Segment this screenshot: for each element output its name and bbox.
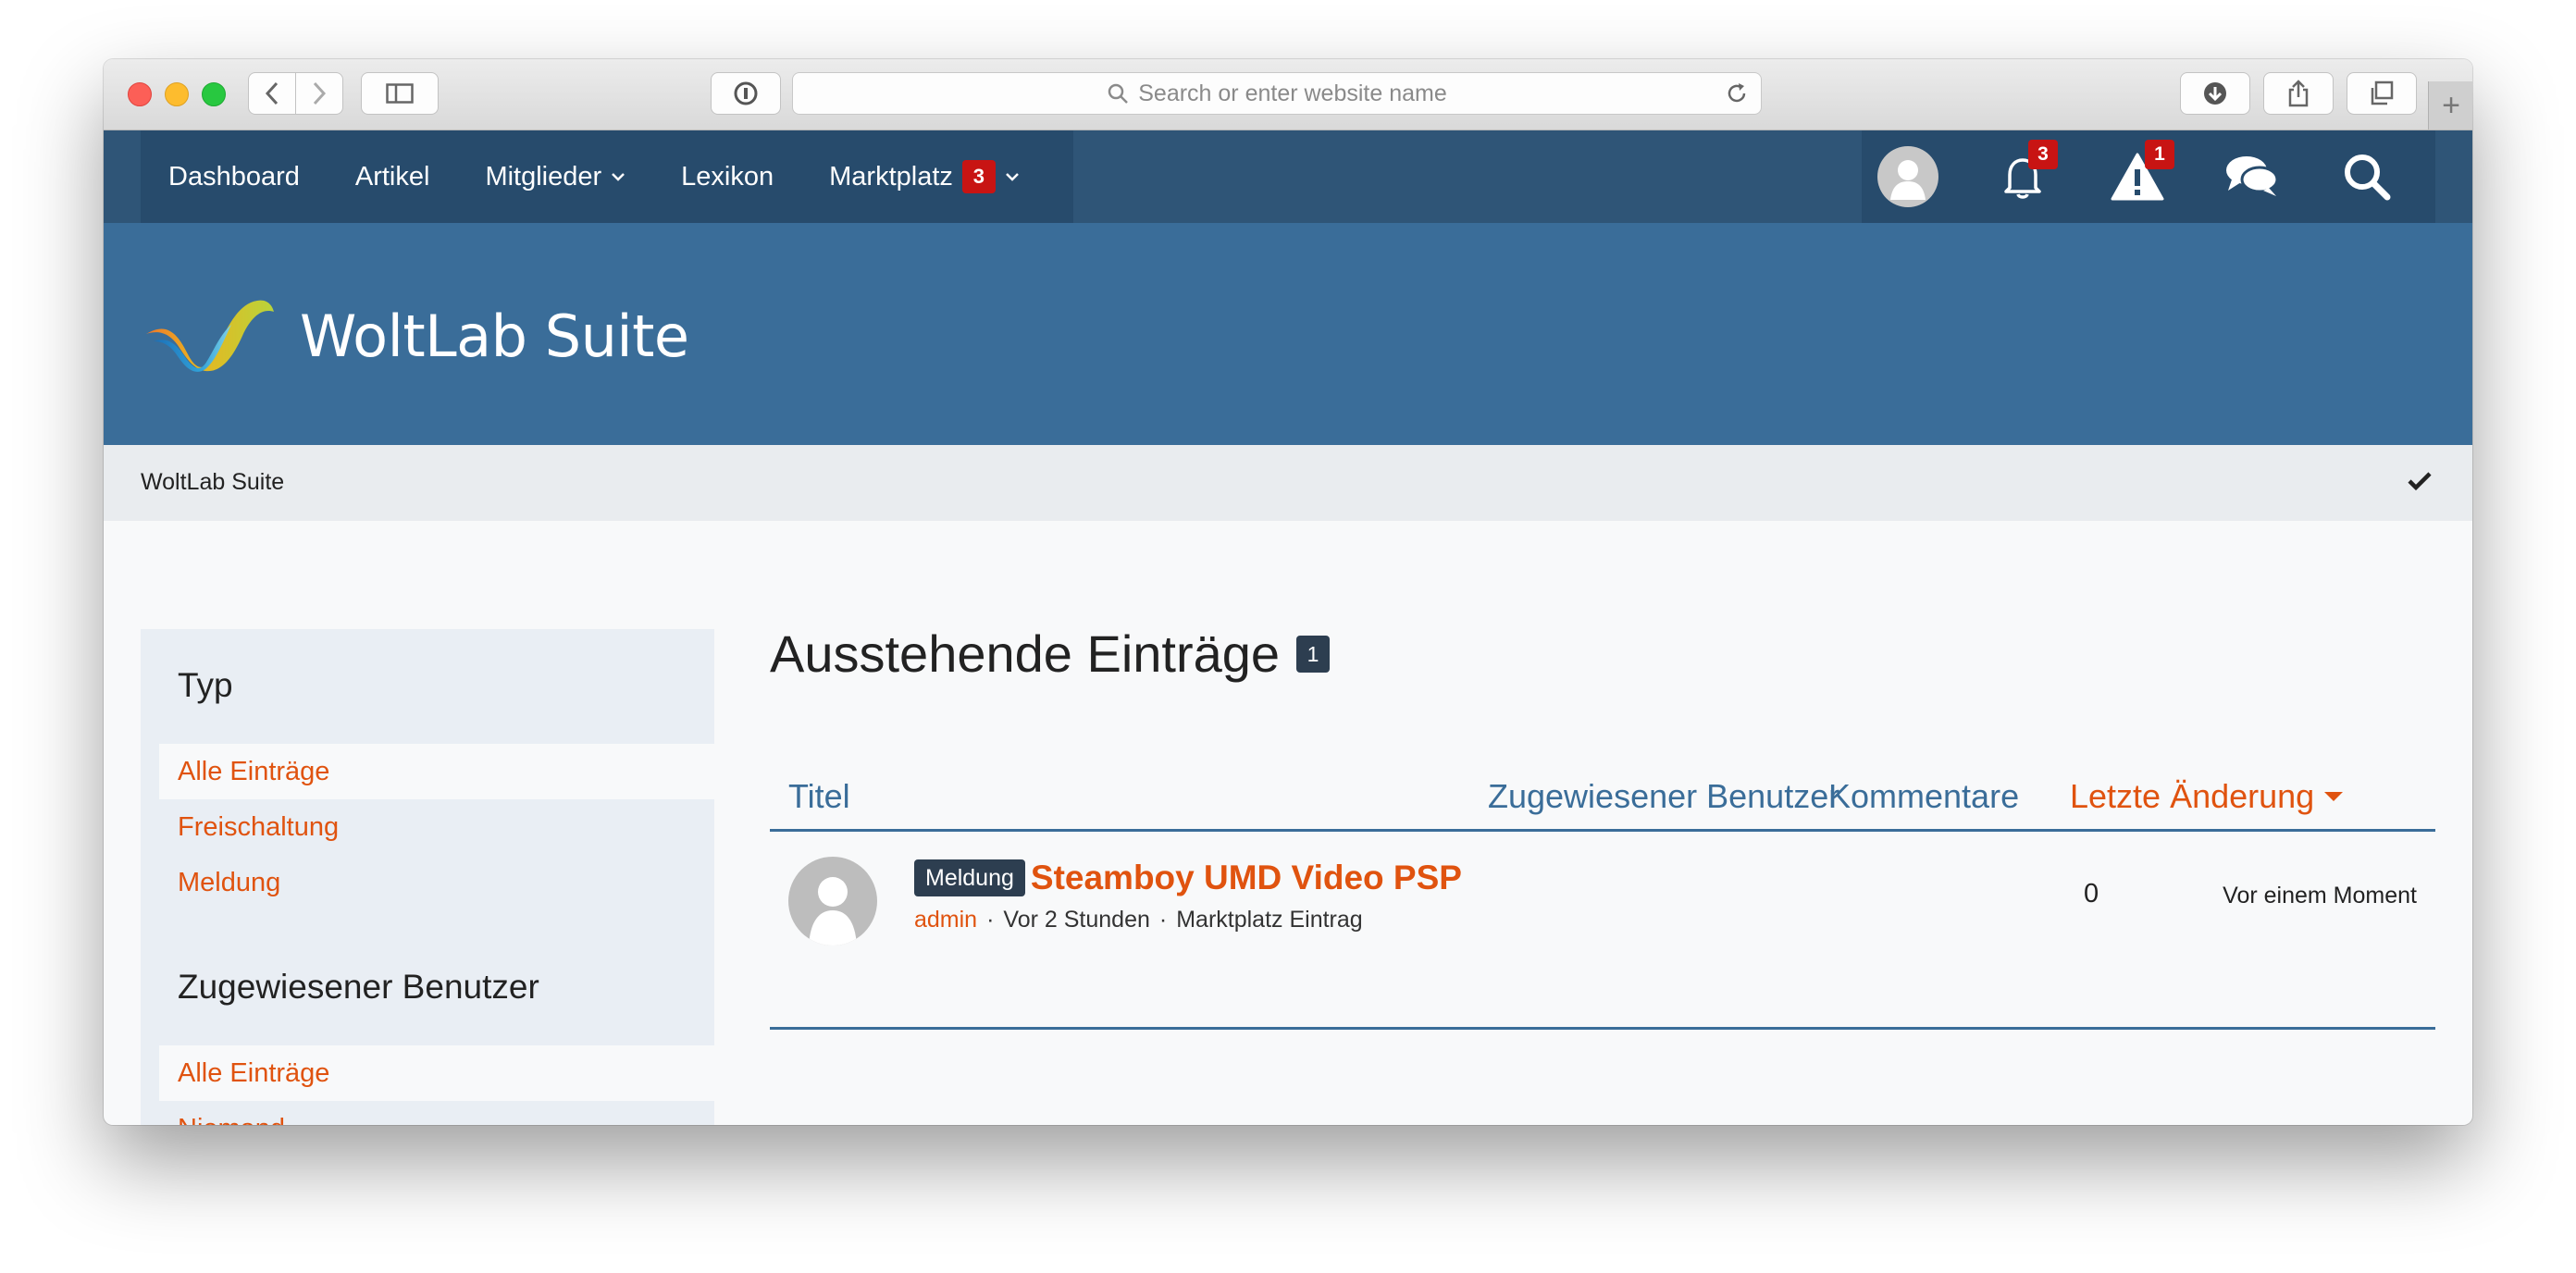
sidebar-section-title: Zugewiesener Benutzer	[178, 968, 539, 1006]
nav-item-mitglieder[interactable]: Mitglieder	[457, 130, 653, 223]
nav-label: Marktplatz	[829, 161, 953, 192]
browser-window: Search or enter website name + Dashboard…	[104, 59, 2472, 1125]
separator: ·	[986, 907, 995, 933]
sidebar-item-freischaltung[interactable]: Freischaltung	[159, 799, 714, 855]
type-label-badge: Meldung	[914, 859, 1025, 896]
woltlab-logo-icon[interactable]	[144, 295, 276, 375]
sidebar-item-alle-eintraege[interactable]: Alle Einträge	[159, 744, 714, 799]
entry-time: Vor 2 Stunden	[1003, 907, 1150, 933]
column-header-comments[interactable]: Kommentare	[1828, 777, 2019, 816]
address-placeholder: Search or enter website name	[1138, 80, 1447, 106]
notifications-button[interactable]: 3	[1976, 130, 2069, 223]
close-window-button[interactable]	[128, 82, 152, 106]
comments-count: 0	[2084, 879, 2099, 908]
tabs-overview-button[interactable]	[2347, 72, 2417, 115]
separator: ·	[1158, 907, 1168, 933]
user-avatar-button[interactable]	[1862, 130, 1954, 223]
main-navigation: Dashboard Artikel Mitglieder Lexikon Mar…	[104, 130, 2472, 223]
reload-icon[interactable]	[1726, 82, 1748, 105]
key-icon	[734, 81, 758, 105]
zoom-window-button[interactable]	[202, 82, 226, 106]
column-header-label: Letzte Änderung	[2070, 777, 2315, 815]
sidebar-item-meldung[interactable]: Meldung	[159, 855, 714, 910]
forward-button[interactable]	[295, 72, 343, 115]
plus-icon: +	[2442, 87, 2460, 123]
marktplatz-count-badge: 3	[961, 160, 996, 193]
download-icon	[2204, 82, 2226, 105]
nav-label: Artikel	[354, 161, 430, 192]
column-header-title[interactable]: Titel	[788, 777, 850, 816]
user-panel: 3 1	[1862, 130, 2435, 223]
sidebar-item-niemand[interactable]: Niemand	[159, 1101, 714, 1125]
entries-count-badge: 1	[1296, 635, 1331, 673]
chevron-right-icon	[313, 81, 327, 105]
nav-item-artikel[interactable]: Artikel	[328, 130, 458, 223]
avatar	[1877, 146, 1938, 207]
sidebar-toggle-button[interactable]	[361, 72, 439, 115]
nav-label: Mitglieder	[485, 161, 602, 192]
sidebar-item-alle-eintraege-assigned[interactable]: Alle Einträge	[159, 1045, 714, 1101]
nav-label: Lexikon	[681, 161, 774, 192]
share-icon	[2288, 80, 2309, 107]
sidebar: Typ Alle Einträge Freischaltung Meldung …	[141, 629, 714, 1125]
conversations-button[interactable]	[2206, 130, 2298, 223]
checkmark-icon[interactable]	[2408, 471, 2432, 491]
column-header-assigned-user[interactable]: Zugewiesener Benutzer	[1488, 777, 1839, 816]
site-logo-text[interactable]: WoltLab Suite	[300, 303, 689, 370]
page-title-text: Ausstehende Einträge	[770, 624, 1281, 683]
page-header: WoltLab Suite	[104, 223, 2472, 445]
row-title-line: Meldung Steamboy UMD Video PSP	[914, 859, 1462, 897]
tabs-icon	[2371, 80, 2394, 105]
sidebar-section-title: Typ	[178, 666, 233, 704]
author-link[interactable]: admin	[914, 907, 977, 933]
sidebar-icon	[386, 83, 414, 104]
search-icon	[1108, 83, 1129, 104]
entry-title-link[interactable]: Steamboy UMD Video PSP	[1031, 859, 1462, 897]
sort-descending-icon	[2324, 792, 2344, 801]
minimize-window-button[interactable]	[165, 82, 189, 106]
search-button[interactable]	[2321, 130, 2413, 223]
table-row: Meldung Steamboy UMD Video PSP admin · Vor…	[770, 831, 2435, 1030]
notifications-count-badge: 3	[2028, 140, 2058, 169]
last-change-time: Vor einem Moment	[2223, 883, 2417, 908]
moderation-button[interactable]: 1	[2091, 130, 2184, 223]
search-icon	[2345, 154, 2391, 201]
breadcrumb: WoltLab Suite	[104, 445, 2472, 521]
nav-item-marktplatz[interactable]: Marktplatz 3	[801, 130, 1047, 223]
table-header: Titel Zugewiesener Benutzer Kommentare L…	[770, 762, 2435, 832]
new-tab-button[interactable]: +	[2428, 81, 2472, 130]
nav-item-lexikon[interactable]: Lexikon	[653, 130, 801, 223]
address-bar[interactable]: Search or enter website name	[792, 72, 1762, 115]
user-placeholder-icon	[809, 877, 857, 945]
avatar[interactable]	[788, 857, 877, 945]
back-button[interactable]	[248, 72, 296, 115]
breadcrumb-item[interactable]: WoltLab Suite	[141, 469, 284, 496]
column-header-last-change[interactable]: Letzte Änderung	[2070, 777, 2344, 816]
moderation-count-badge: 1	[2145, 140, 2174, 169]
chevron-left-icon	[265, 81, 279, 105]
password-button[interactable]	[711, 72, 781, 115]
page-title: Ausstehende Einträge 1	[770, 624, 1331, 684]
main-menu: Dashboard Artikel Mitglieder Lexikon Mar…	[141, 130, 1073, 223]
chat-bubbles-icon	[2226, 156, 2279, 196]
nav-label: Dashboard	[168, 161, 300, 192]
browser-toolbar: Search or enter website name +	[104, 59, 2472, 131]
share-button[interactable]	[2263, 72, 2334, 115]
nav-item-dashboard[interactable]: Dashboard	[141, 130, 328, 223]
chevron-down-icon	[612, 173, 625, 181]
entry-meta: admin · Vor 2 Stunden · Marktplatz Eintrag	[914, 907, 1363, 933]
downloads-button[interactable]	[2180, 72, 2250, 115]
chevron-down-icon	[1006, 173, 1019, 181]
entry-type: Marktplatz Eintrag	[1176, 907, 1363, 933]
